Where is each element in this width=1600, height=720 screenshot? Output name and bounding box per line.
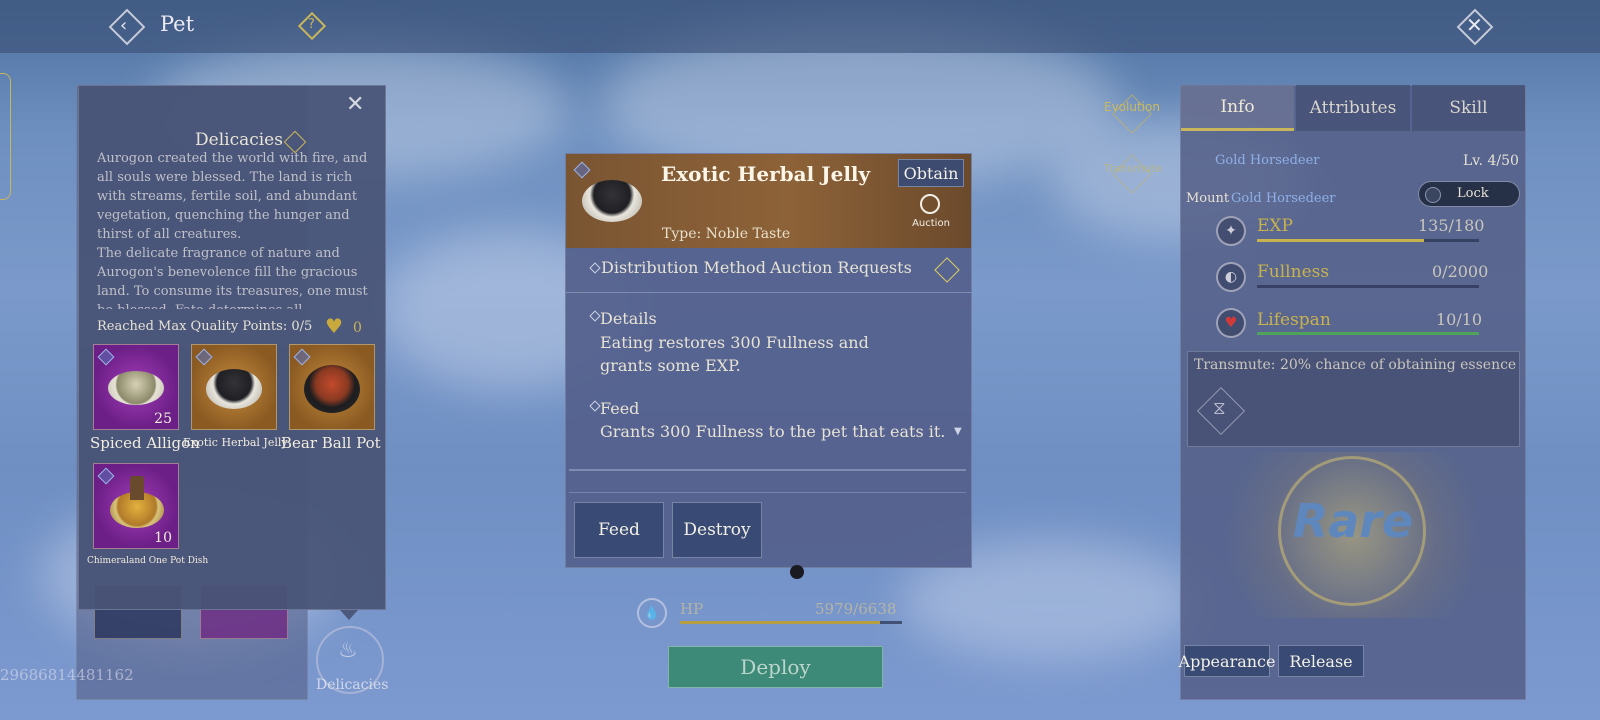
- item-label: Chimeraland One Pot Dish: [87, 556, 209, 566]
- auction-button[interactable]: Auction: [906, 194, 956, 234]
- item-slot-chimeraland-one-pot-dish[interactable]: 10: [93, 463, 179, 549]
- divider: [569, 469, 966, 471]
- back-button[interactable]: ‹: [108, 8, 146, 46]
- item-slot-exotic-herbal-jelly[interactable]: [191, 344, 277, 430]
- delicacies-description: Aurogon created the world with fire, and…: [97, 151, 368, 309]
- destroy-button[interactable]: Destroy: [672, 502, 762, 558]
- item-detail-name: Exotic Herbal Jelly: [661, 162, 871, 186]
- exp-icon: ✦: [1216, 216, 1246, 246]
- item-detail-image: [582, 180, 642, 222]
- left-edge-tab[interactable]: [0, 73, 11, 200]
- close-icon: ✕: [346, 92, 365, 117]
- dish-icon: [304, 365, 360, 413]
- rarity-icon: [195, 348, 213, 366]
- delicacies-icon: ♨: [338, 638, 358, 663]
- pet-level: Lv. 4/50: [1463, 153, 1519, 169]
- tab-skill[interactable]: Skill: [1412, 85, 1525, 131]
- appearance-button[interactable]: Appearance: [1179, 645, 1275, 677]
- lifespan-value: 10/10: [1436, 310, 1483, 329]
- divider: [566, 292, 971, 293]
- release-button[interactable]: Release: [1278, 645, 1364, 677]
- obtain-button[interactable]: Obtain: [898, 159, 964, 187]
- pet-model: [790, 565, 804, 579]
- item-slot-bear-ball-pot[interactable]: [289, 344, 375, 430]
- evolution-label: Evolution: [1104, 100, 1160, 114]
- top-bar: [0, 0, 1600, 53]
- delicacies-title: Delicacies: [195, 130, 283, 150]
- distribution-value: Auction Requests: [770, 258, 912, 277]
- popup-pointer: [340, 610, 358, 620]
- exp-bar-fill: [1257, 239, 1424, 242]
- mount-label: Mount: [1186, 191, 1230, 206]
- divider: [569, 492, 966, 493]
- hp-value: 5979/6638: [815, 600, 897, 618]
- delicacies-shortcut-label: Delicacies: [316, 677, 389, 693]
- distribution-help-button[interactable]: [934, 257, 960, 283]
- item-quantity: 25: [154, 411, 172, 427]
- hourglass-icon: ⧖: [1213, 398, 1226, 419]
- player-id: 29686814481162: [0, 666, 134, 684]
- rarity-label: Rare: [1292, 494, 1414, 548]
- deploy-button[interactable]: Deploy: [668, 646, 883, 688]
- distribution-bullet: [589, 262, 601, 274]
- close-page-button[interactable]: ✕: [1456, 8, 1494, 46]
- dish-spire-icon: [130, 476, 144, 500]
- fullness-bar: [1257, 285, 1479, 288]
- details-title: Details: [600, 309, 657, 328]
- fullness-label: Fullness: [1257, 262, 1330, 282]
- lifespan-icon: ♥: [1216, 308, 1246, 338]
- rarity-icon: [293, 348, 311, 366]
- transmute-text: Transmute: 20% chance of obtaining essen…: [1194, 357, 1517, 373]
- hp-icon: 💧: [637, 598, 667, 628]
- transmute-label: Transmute: [1104, 162, 1162, 175]
- lock-toggle-knob: [1425, 187, 1441, 203]
- hp-label: HP: [680, 600, 704, 618]
- item-label: Exotic Herbal Jelly: [183, 436, 288, 449]
- feed-title: Feed: [600, 399, 640, 418]
- details-bullet: [589, 310, 601, 322]
- item-type: Type: Noble Taste: [662, 226, 791, 242]
- close-icon: ✕: [1466, 13, 1483, 37]
- lock-label: Lock: [1457, 186, 1489, 201]
- feed-bullet: [589, 400, 601, 412]
- heart-icon: ♥: [325, 314, 343, 338]
- item-quantity: 10: [154, 530, 172, 546]
- evolution-button[interactable]: Evolution: [1104, 92, 1162, 134]
- dish-icon: [108, 371, 164, 405]
- heart-count: 0: [353, 320, 362, 336]
- fullness-value: 0/2000: [1432, 262, 1489, 281]
- lifespan-label: Lifespan: [1257, 310, 1331, 330]
- hp-bar-fill: [680, 621, 880, 624]
- tab-attributes[interactable]: Attributes: [1296, 85, 1410, 131]
- help-button[interactable]: ?: [297, 11, 327, 41]
- scroll-down-icon[interactable]: ▼: [954, 426, 962, 437]
- delicacies-close-button[interactable]: ✕: [343, 92, 369, 118]
- pet-name: Gold Horsedeer: [1215, 153, 1320, 168]
- dish-icon: [206, 369, 262, 409]
- mount-name: Gold Horsedeer: [1231, 191, 1336, 206]
- tab-info[interactable]: Info: [1181, 85, 1294, 131]
- rarity-icon: [97, 467, 115, 485]
- auction-icon: [920, 194, 940, 214]
- transmute-box: Transmute: 20% chance of obtaining essen…: [1187, 351, 1520, 447]
- page-title: Pet: [160, 12, 195, 36]
- details-text: Eating restores 300 Fullness and grants …: [600, 333, 869, 375]
- auction-label: Auction: [912, 218, 950, 229]
- rarity-emblem: Rare: [1186, 452, 1520, 618]
- exp-label: EXP: [1257, 216, 1293, 236]
- transmute-button[interactable]: Transmute: [1104, 152, 1162, 194]
- item-slot-spiced-alligon[interactable]: 25: [93, 344, 179, 430]
- feed-button[interactable]: Feed: [574, 502, 664, 558]
- exp-value: 135/180: [1418, 216, 1485, 235]
- fullness-icon: ◐: [1216, 262, 1246, 292]
- rarity-icon: [97, 348, 115, 366]
- quality-points: Reached Max Quality Points: 0/5: [97, 319, 313, 334]
- item-label: Bear Ball Pot: [281, 434, 381, 452]
- item-detail-panel: Exotic Herbal Jelly Obtain Auction Type:…: [565, 153, 972, 568]
- feed-text: Grants 300 Fullness to the pet that eats…: [600, 422, 946, 441]
- lifespan-bar-fill: [1257, 332, 1479, 335]
- lock-toggle[interactable]: Lock: [1418, 181, 1520, 207]
- distribution-label: Distribution Method: [601, 258, 766, 277]
- delicacies-panel: ✕ Delicacies Aurogon created the world w…: [78, 85, 386, 610]
